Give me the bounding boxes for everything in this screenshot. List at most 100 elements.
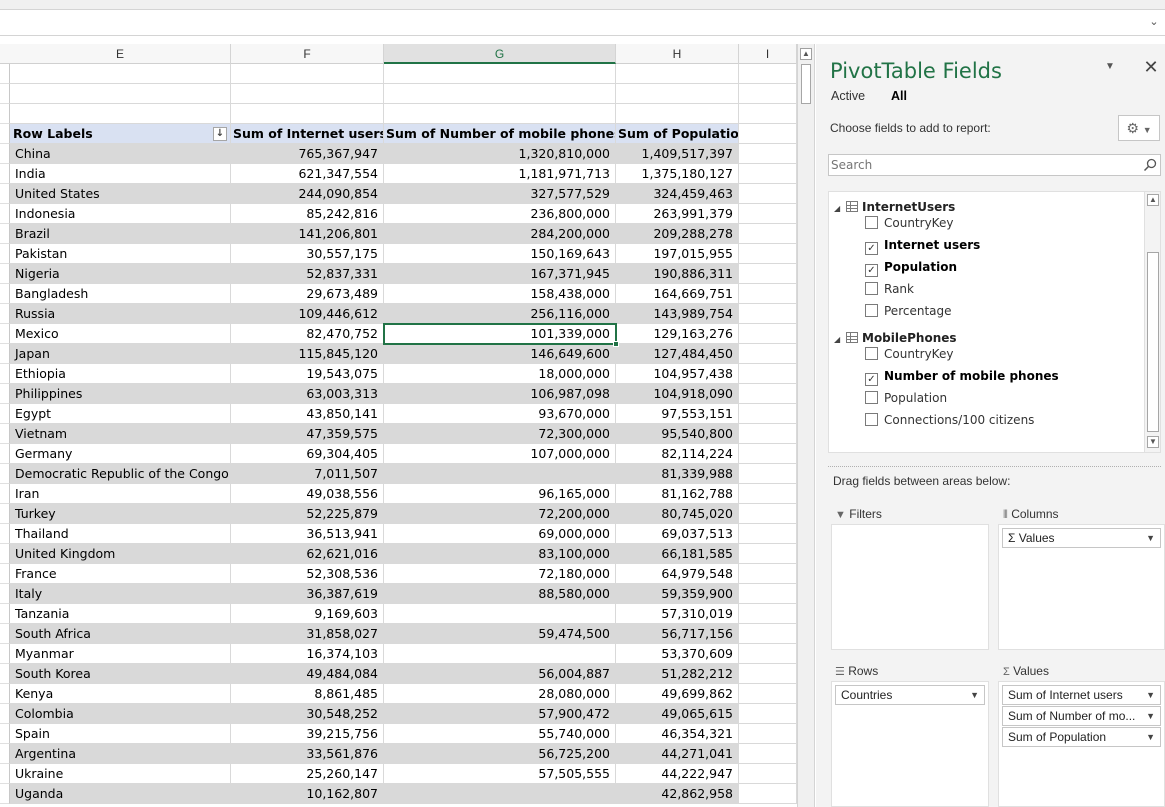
cell[interactable]: Iran [10, 484, 231, 504]
cell[interactable]: 107,000,000 [384, 444, 616, 464]
row-header[interactable] [0, 644, 10, 664]
cell[interactable]: Italy [10, 584, 231, 604]
checkbox-checked[interactable]: ✓ [865, 373, 878, 386]
cell[interactable] [739, 384, 797, 404]
cell[interactable]: 150,169,643 [384, 244, 616, 264]
cell[interactable] [739, 544, 797, 564]
cell[interactable]: 284,200,000 [384, 224, 616, 244]
cell[interactable] [739, 484, 797, 504]
filters-area[interactable] [831, 524, 989, 650]
cell[interactable]: Egypt [10, 404, 231, 424]
column-header-g[interactable]: G [384, 44, 616, 64]
cell[interactable] [739, 344, 797, 364]
row-header[interactable] [0, 64, 10, 84]
cell[interactable] [739, 724, 797, 744]
rows-area-item[interactable]: Countries ▼ [835, 685, 985, 705]
cell[interactable] [739, 784, 797, 804]
table-node-mobilephones[interactable]: ◢ MobilePhones [834, 331, 957, 347]
cell[interactable] [739, 244, 797, 264]
cell[interactable]: China [10, 144, 231, 164]
cell[interactable]: 88,580,000 [384, 584, 616, 604]
formula-bar[interactable]: ⌄ [0, 10, 1165, 36]
cell[interactable]: 104,918,090 [616, 384, 739, 404]
checkbox-checked[interactable]: ✓ [865, 242, 878, 255]
row-header[interactable] [0, 664, 10, 684]
field-item[interactable]: ✓ Number of mobile phones [865, 369, 1059, 387]
cell[interactable] [739, 744, 797, 764]
worksheet-grid[interactable]: Row Labels ↓ Sum of Internet users Sum of N… [0, 64, 797, 807]
values-area-item[interactable]: Sum of Number of mo... ▼ [1002, 706, 1161, 726]
row-header[interactable] [0, 484, 10, 504]
cell[interactable] [739, 104, 797, 124]
cell[interactable] [739, 284, 797, 304]
cell[interactable] [739, 124, 797, 144]
cell[interactable]: 36,513,941 [231, 524, 384, 544]
row-header[interactable] [0, 244, 10, 264]
row-header[interactable] [0, 684, 10, 704]
row-header[interactable] [0, 184, 10, 204]
cell[interactable]: 209,288,278 [616, 224, 739, 244]
cell[interactable]: 129,163,276 [616, 324, 739, 344]
cell[interactable]: France [10, 564, 231, 584]
cell[interactable] [616, 84, 739, 104]
columns-area-item[interactable]: Σ Values ▼ [1002, 528, 1161, 548]
cell[interactable]: 190,886,311 [616, 264, 739, 284]
row-header[interactable] [0, 764, 10, 784]
cell[interactable]: 236,800,000 [384, 204, 616, 224]
cell[interactable]: 143,989,754 [616, 304, 739, 324]
row-header[interactable] [0, 524, 10, 544]
checkbox-unchecked[interactable] [865, 304, 878, 317]
scroll-up-arrow-icon[interactable]: ▲ [800, 48, 812, 60]
cell[interactable] [739, 64, 797, 84]
cell[interactable] [739, 584, 797, 604]
field-item[interactable]: Connections/100 citizens [865, 413, 1034, 431]
cell[interactable]: 57,310,019 [616, 604, 739, 624]
cell[interactable]: Kenya [10, 684, 231, 704]
cell[interactable]: 49,699,862 [616, 684, 739, 704]
row-header[interactable] [0, 544, 10, 564]
cell[interactable] [739, 324, 797, 344]
row-header[interactable] [0, 624, 10, 644]
cell[interactable]: 72,180,000 [384, 564, 616, 584]
checkbox-unchecked[interactable] [865, 413, 878, 426]
cell[interactable]: Turkey [10, 504, 231, 524]
cell[interactable] [739, 444, 797, 464]
row-header[interactable] [0, 144, 10, 164]
column-header-i[interactable]: I [739, 44, 797, 64]
dropdown-arrow-icon[interactable]: ▼ [1146, 686, 1155, 704]
cell[interactable] [739, 144, 797, 164]
cell[interactable] [739, 664, 797, 684]
row-header[interactable] [0, 564, 10, 584]
cell[interactable]: 18,000,000 [384, 364, 616, 384]
row-header[interactable] [0, 344, 10, 364]
cell[interactable]: 56,004,887 [384, 664, 616, 684]
cell[interactable]: 1,181,971,713 [384, 164, 616, 184]
cell[interactable] [231, 64, 384, 84]
row-header[interactable] [0, 284, 10, 304]
chevron-down-icon[interactable]: ⌄ [1147, 14, 1161, 30]
cell[interactable]: 56,717,156 [616, 624, 739, 644]
cell[interactable]: Ethiopia [10, 364, 231, 384]
cell[interactable]: 621,347,554 [231, 164, 384, 184]
cell[interactable]: 327,577,529 [384, 184, 616, 204]
cell[interactable]: 127,484,450 [616, 344, 739, 364]
cell[interactable]: 82,470,752 [231, 324, 384, 344]
cell[interactable] [384, 604, 616, 624]
cell[interactable]: 765,367,947 [231, 144, 384, 164]
cell[interactable]: 47,359,575 [231, 424, 384, 444]
cell[interactable]: 167,371,945 [384, 264, 616, 284]
cell[interactable] [739, 364, 797, 384]
row-header[interactable] [0, 504, 10, 524]
cell[interactable] [739, 204, 797, 224]
scroll-up-arrow-icon[interactable]: ▲ [1147, 194, 1159, 206]
cell[interactable] [739, 764, 797, 784]
column-header-e[interactable]: E [10, 44, 231, 64]
cell[interactable]: Sum of Number of mobile phones [384, 124, 616, 144]
cell[interactable]: Thailand [10, 524, 231, 544]
cell[interactable]: Germany [10, 444, 231, 464]
cell[interactable]: Row Labels ↓ [10, 124, 231, 144]
cell[interactable]: Brazil [10, 224, 231, 244]
cell[interactable] [10, 64, 231, 84]
cell[interactable]: 49,065,615 [616, 704, 739, 724]
cell[interactable]: Russia [10, 304, 231, 324]
